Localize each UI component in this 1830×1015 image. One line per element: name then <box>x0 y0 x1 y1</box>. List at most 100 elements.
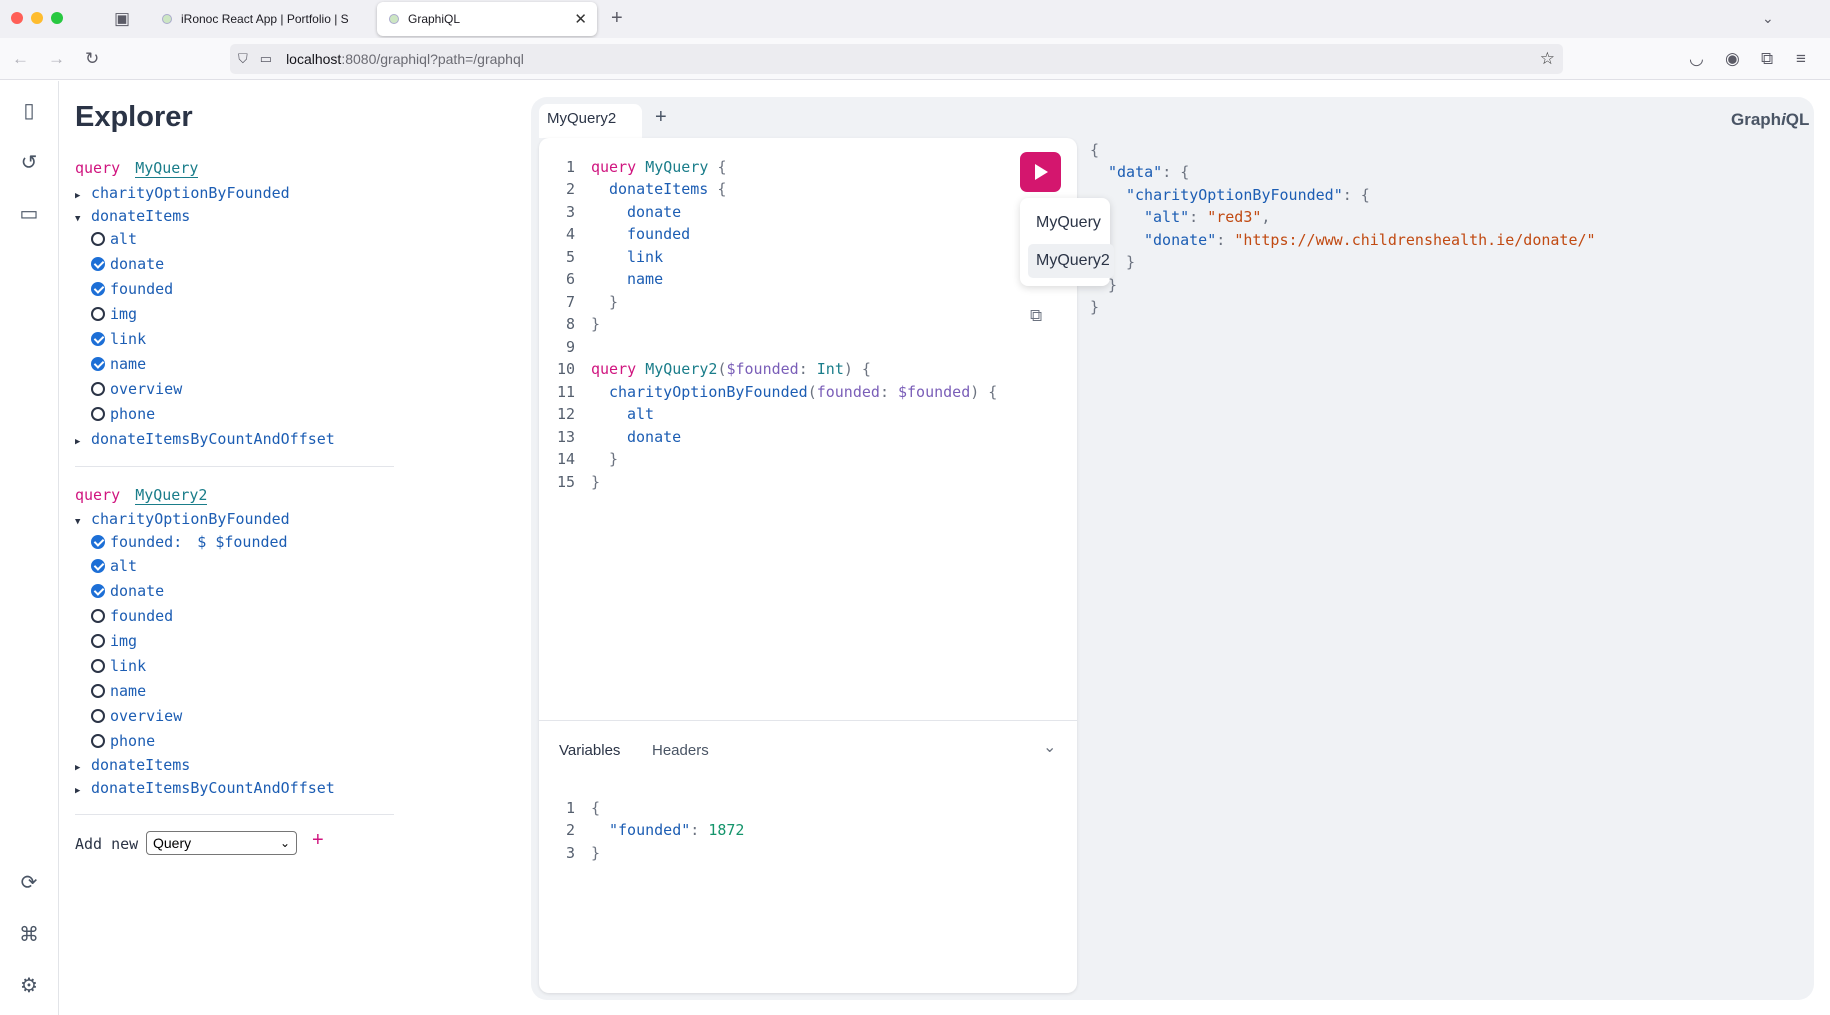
explorer-subfield-founded[interactable]: founded <box>91 280 173 298</box>
query1-header: query MyQuery <box>75 159 199 178</box>
explorer-subfield-alt[interactable]: alt <box>91 230 137 248</box>
explorer-subfield-name[interactable]: name <box>91 355 146 373</box>
add-new-label: Add new <box>75 835 139 853</box>
query1-name-input[interactable]: MyQuery <box>135 159 199 178</box>
add-operation-button[interactable]: + <box>312 830 324 850</box>
checkbox-icon <box>91 659 105 673</box>
browser-tab-portfolio[interactable]: iRonoc React App | Portfolio | S <box>148 2 368 36</box>
docs-icon[interactable]: ▯ <box>17 99 41 123</box>
divider <box>75 466 394 467</box>
shield-icon: ⛉ <box>238 51 248 66</box>
url-path: :8080/graphiql?path=/graphql <box>341 51 524 67</box>
bookmark-star-icon[interactable]: ☆ <box>1540 49 1555 69</box>
execute-query-button[interactable] <box>1020 152 1061 192</box>
url-bar[interactable]: ⛉ ▭ localhost:8080/graphiql?path=/graphq… <box>230 44 1563 74</box>
favicon-icon <box>162 14 172 24</box>
pocket-icon[interactable]: ◡ <box>1689 49 1704 69</box>
shortcuts-icon[interactable]: ⌘ <box>17 923 41 947</box>
code-line: { <box>1090 141 1100 159</box>
checkbox-icon <box>91 709 105 723</box>
caret-down-icon: ▼ <box>75 517 81 527</box>
checkbox-checked-icon <box>91 535 105 549</box>
minimize-window-button[interactable] <box>31 12 43 24</box>
copy-query-icon[interactable]: ⧉ <box>1030 306 1042 326</box>
operation-type-select[interactable]: Query ⌄ <box>146 831 297 855</box>
settings-gear-icon[interactable]: ⚙ <box>17 974 41 998</box>
explorer-subfield-phone[interactable]: phone <box>91 405 155 423</box>
favicon-icon <box>389 14 399 24</box>
explorer-subfield-overview[interactable]: overview <box>91 707 182 725</box>
explorer-subfield-img[interactable]: img <box>91 632 137 650</box>
url-host: localhost <box>286 51 342 67</box>
explorer-subfield-donate[interactable]: donate <box>91 255 164 273</box>
account-icon[interactable]: ◉ <box>1725 49 1740 69</box>
checkbox-checked-icon <box>91 357 105 371</box>
tab-myquery2[interactable]: MyQuery2 <box>539 104 642 138</box>
close-window-button[interactable] <box>11 12 23 24</box>
checkbox-icon <box>91 609 105 623</box>
explorer-arg-founded[interactable]: founded: $ $founded <box>91 533 288 551</box>
history-icon[interactable]: ↺ <box>17 151 41 175</box>
browser-tab-graphiql[interactable]: GraphiQL ✕ <box>377 2 597 36</box>
explorer-folder-icon[interactable]: ▭ <box>17 202 41 226</box>
code-line: } <box>1126 253 1136 271</box>
code-line: } <box>1090 298 1100 316</box>
explorer-subfield-phone[interactable]: phone <box>91 732 155 750</box>
explorer-subfield-donate[interactable]: donate <box>91 582 164 600</box>
checkbox-checked-icon <box>91 282 105 296</box>
checkbox-checked-icon <box>91 584 105 598</box>
add-tab-button[interactable]: + <box>655 106 667 129</box>
explorer-field-donateItems[interactable]: ▼ donateItems <box>75 207 190 228</box>
chevron-down-icon[interactable]: ⌄ <box>1043 737 1056 757</box>
explorer-subfield-img[interactable]: img <box>91 305 137 323</box>
query-keyword: query <box>75 486 121 504</box>
tab-headers[interactable]: Headers <box>652 742 709 759</box>
checkbox-icon <box>91 734 105 748</box>
new-tab-icon[interactable]: + <box>611 8 623 28</box>
result-viewer: { "data": { "charityOptionByFounded": { … <box>1077 138 1814 993</box>
explorer-subfield-link[interactable]: link <box>91 330 146 348</box>
arg-variable-value[interactable]: $ $founded <box>197 533 287 551</box>
caret-right-icon: ▶ <box>75 786 81 796</box>
close-tab-icon[interactable]: ✕ <box>574 10 587 28</box>
explorer-field-charityOptionByFounded[interactable]: ▼ charityOptionByFounded <box>75 510 290 531</box>
code-line: "alt": "red3", <box>1144 208 1271 226</box>
caret-down-icon: ▼ <box>75 214 81 224</box>
checkbox-icon <box>91 684 105 698</box>
reload-icon[interactable]: ↻ <box>85 49 99 69</box>
query-editor[interactable]: 1 query MyQuery { 2 donateItems { 3 donate … <box>539 157 999 497</box>
variables-editor[interactable]: 1{ 2 "founded": 1872 3} <box>539 798 1039 878</box>
maximize-window-button[interactable] <box>51 12 63 24</box>
checkbox-icon <box>91 407 105 421</box>
checkbox-icon <box>91 382 105 396</box>
divider <box>75 814 394 815</box>
explorer-field-charityOptionByFounded[interactable]: ▶ charityOptionByFounded <box>75 184 290 205</box>
caret-right-icon: ▶ <box>75 437 81 447</box>
extensions-icon[interactable]: ⧉ <box>1761 49 1773 69</box>
explorer-subfield-link[interactable]: link <box>91 657 146 675</box>
tab-overview-icon[interactable]: ▣ <box>114 9 130 29</box>
explorer-field-donateItems[interactable]: ▶ donateItems <box>75 756 190 777</box>
caret-right-icon: ▶ <box>75 763 81 773</box>
explorer-subfield-founded[interactable]: founded <box>91 607 173 625</box>
checkbox-icon <box>91 634 105 648</box>
explorer-subfield-name[interactable]: name <box>91 682 146 700</box>
back-icon[interactable]: ← <box>12 49 29 69</box>
explorer-field-donateItemsByCountAndOffset[interactable]: ▶ donateItemsByCountAndOffset <box>75 779 335 800</box>
graphiql-sidebar: ▯ ↺ ▭ ⟳ ⌘ ⚙ <box>0 81 59 1015</box>
explorer-panel: Explorer query MyQuery ▶ charityOptionByF… <box>60 81 530 1015</box>
forward-icon[interactable]: → <box>48 49 65 69</box>
explorer-field-donateItemsByCountAndOffset[interactable]: ▶ donateItemsByCountAndOffset <box>75 430 335 451</box>
explorer-subfield-overview[interactable]: overview <box>91 380 182 398</box>
explorer-subfield-alt[interactable]: alt <box>91 557 137 575</box>
chevron-down-icon: ⌄ <box>279 836 290 850</box>
query2-name-input[interactable]: MyQuery2 <box>135 486 208 505</box>
checkbox-checked-icon <box>91 332 105 346</box>
code-line: "data": { <box>1108 163 1190 181</box>
tab-variables[interactable]: Variables <box>559 742 620 759</box>
refetch-schema-icon[interactable]: ⟳ <box>17 871 41 895</box>
query2-header: query MyQuery2 <box>75 486 208 505</box>
menu-icon[interactable]: ≡ <box>1796 49 1806 69</box>
list-tabs-icon[interactable]: ⌄ <box>1762 8 1774 28</box>
explorer-title: Explorer <box>75 101 193 133</box>
